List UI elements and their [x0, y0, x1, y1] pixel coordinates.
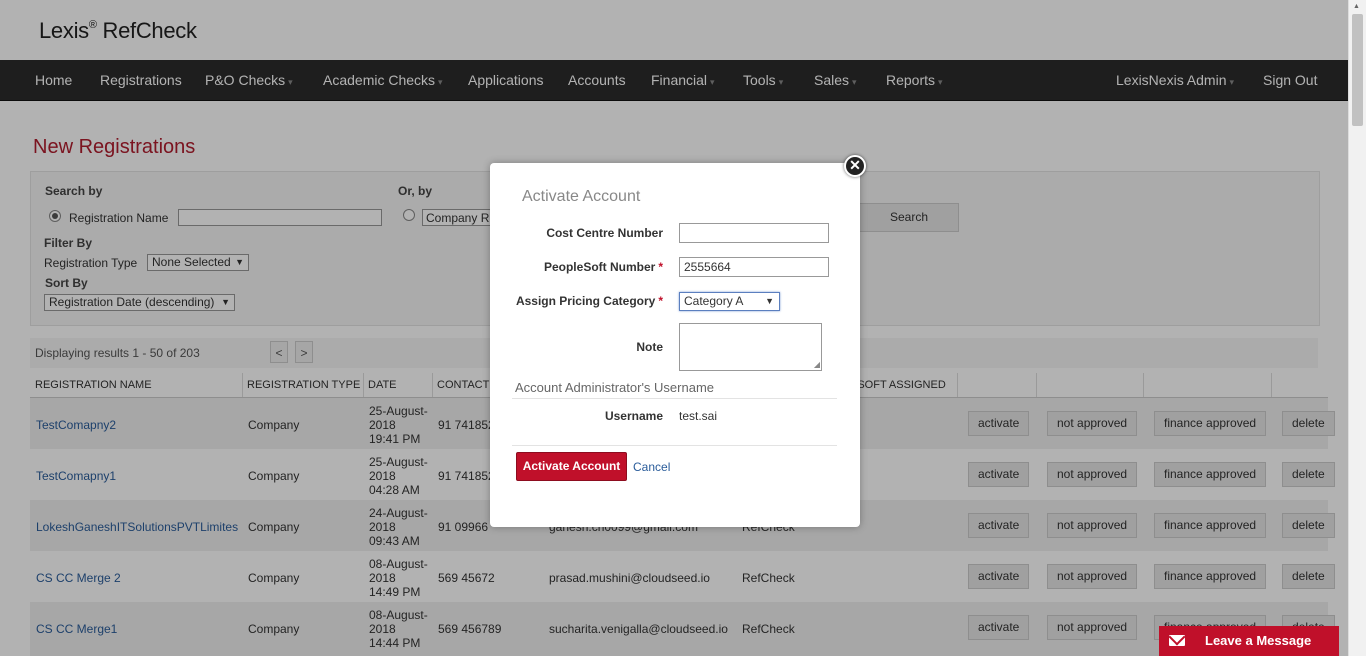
- required-marker: *: [658, 260, 663, 274]
- note-textarea[interactable]: ◢: [679, 323, 822, 371]
- dropdown-arrow-icon: ▼: [765, 296, 774, 306]
- scroll-up-arrow-icon[interactable]: ▲: [1353, 3, 1360, 10]
- divider: [512, 445, 837, 446]
- activate-account-dialog: Activate Account Cost Centre Number Peop…: [490, 163, 860, 527]
- activate-account-button[interactable]: Activate Account: [516, 452, 627, 481]
- note-label: Note: [636, 340, 663, 354]
- admin-username-section-title: Account Administrator's Username: [515, 380, 715, 395]
- scrollbar-thumb[interactable]: [1352, 14, 1363, 126]
- peoplesoft-label: PeopleSoft Number *: [543, 260, 663, 274]
- close-icon[interactable]: ✕: [844, 155, 866, 177]
- cost-centre-label: Cost Centre Number: [546, 226, 663, 240]
- username-label: Username: [604, 409, 663, 423]
- cancel-link[interactable]: Cancel: [633, 460, 670, 474]
- required-marker: *: [658, 294, 663, 308]
- pricing-category-select[interactable]: Category A ▼: [679, 292, 780, 311]
- divider: [512, 398, 837, 399]
- username-value: test.sai: [679, 409, 718, 423]
- page-scrollbar[interactable]: ▲: [1348, 0, 1366, 656]
- pricing-category-value: Category A: [684, 294, 744, 308]
- peoplesoft-input[interactable]: 2555664: [679, 257, 829, 277]
- leave-message-label: Leave a Message: [1205, 633, 1312, 648]
- pricing-category-label: Assign Pricing Category *: [515, 294, 663, 308]
- dialog-title: Activate Account: [522, 188, 641, 205]
- envelope-icon: [1169, 635, 1185, 646]
- cost-centre-input[interactable]: [679, 223, 829, 243]
- resize-handle-icon[interactable]: ◢: [814, 361, 820, 369]
- leave-message-widget[interactable]: Leave a Message: [1159, 626, 1339, 656]
